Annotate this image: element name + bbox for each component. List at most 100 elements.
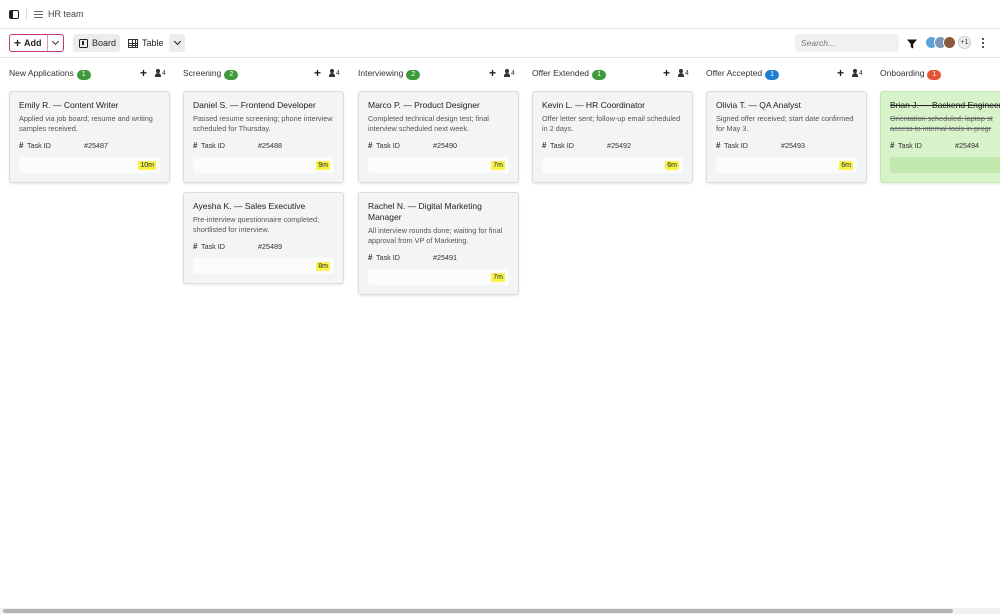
table-view-button[interactable]: Table	[124, 34, 168, 52]
board-view-button[interactable]: Board	[73, 34, 120, 52]
board-view-label: Board	[92, 38, 117, 48]
column-title-text: Screening	[183, 68, 222, 78]
breadcrumb[interactable]: HR team	[48, 9, 84, 19]
card-description-line: Orientation scheduled; laptop st	[890, 114, 993, 123]
column-header: Onboarding 1	[871, 67, 1000, 80]
column-members[interactable]: 4	[328, 69, 340, 77]
task-card[interactable]: Rachel N. — Digital Marketing Manager All…	[358, 192, 519, 295]
card-title: Rachel N. — Digital Marketing Manager	[368, 201, 482, 222]
person-icon	[503, 69, 510, 77]
card-title: Ayesha K. — Sales Executive	[193, 201, 306, 211]
task-id-row: # Task ID #25488	[193, 140, 334, 150]
table-view-label: Table	[142, 38, 164, 48]
count-badge: 2	[406, 70, 421, 80]
column-members[interactable]: 4	[154, 69, 166, 77]
sidebar-toggle-icon[interactable]	[9, 10, 19, 19]
hash-icon: #	[542, 140, 547, 150]
member-count: 4	[859, 69, 863, 77]
board-column: New Applications 1 +4 Emily R. — Content Wr…	[0, 58, 170, 606]
hash-icon: #	[193, 241, 198, 251]
column-members[interactable]: 4	[677, 69, 689, 77]
task-id-row: # Task ID #25489	[193, 241, 334, 251]
task-id-value: #25487	[84, 140, 108, 150]
hash-icon: #	[890, 140, 895, 150]
more-options-icon[interactable]	[980, 37, 986, 49]
add-card-icon[interactable]: +	[314, 66, 321, 80]
column-title-text: Onboarding	[880, 68, 925, 78]
add-dropdown-button[interactable]	[48, 35, 63, 51]
filter-icon[interactable]	[907, 39, 917, 49]
search-input[interactable]	[795, 34, 899, 52]
column-header: Screening 2 +4	[174, 66, 340, 80]
column-members[interactable]: 4	[503, 69, 515, 77]
time-badge: 10m	[138, 161, 156, 170]
task-id-value: #25488	[258, 140, 282, 150]
add-card-icon[interactable]: +	[837, 66, 844, 80]
board-column: Interviewing 2 +4 Marco P. — Product Design…	[349, 58, 519, 606]
task-id-label: Task ID	[376, 252, 400, 262]
column-title[interactable]: Interviewing 2	[358, 68, 421, 80]
person-icon	[851, 69, 858, 77]
card-description: Applied via job board; resume and writin…	[19, 114, 153, 133]
time-badge: 7m	[491, 273, 505, 282]
task-id-label: Task ID	[376, 140, 400, 150]
card-description: All interview rounds done; waiting for f…	[368, 226, 503, 245]
add-card-icon[interactable]: +	[140, 66, 147, 80]
time-badge: 9m	[316, 161, 330, 170]
count-badge: 1	[765, 70, 780, 80]
task-id-row: # Task ID #25494	[890, 140, 1000, 150]
task-id-value: #25491	[433, 252, 457, 262]
task-id-row: # Task ID #25490	[368, 140, 509, 150]
card-footer: 8m	[193, 258, 334, 274]
time-badge: 7m	[491, 161, 505, 170]
task-card[interactable]: Olivia T. — QA Analyst Signed offer recei…	[706, 91, 867, 183]
add-card-icon[interactable]: +	[489, 66, 496, 80]
member-count: 4	[336, 69, 340, 77]
person-icon	[328, 69, 335, 77]
task-id-row: # Task ID #25492	[542, 140, 683, 150]
avatar[interactable]	[943, 36, 956, 49]
time-badge: 6m	[665, 161, 679, 170]
task-card[interactable]: Marco P. — Product Designer Completed tec…	[358, 91, 519, 183]
card-footer: 9m	[193, 157, 334, 173]
add-button[interactable]: + Add	[10, 35, 48, 51]
task-card[interactable]: Brian J. — Backend Engineer Orientation s…	[880, 91, 1000, 183]
task-card[interactable]: Kevin L. — HR Coordinator Offer letter se…	[532, 91, 693, 183]
task-id-label: Task ID	[27, 140, 51, 150]
horizontal-scrollbar[interactable]	[0, 608, 1000, 614]
card-description: Orientation scheduled; laptop st access t…	[890, 114, 1000, 133]
table-icon	[128, 38, 138, 48]
member-count: 4	[162, 69, 166, 77]
card-title: Emily R. — Content Writer	[19, 100, 119, 110]
view-dropdown-button[interactable]	[169, 34, 185, 52]
card-description: Signed offer received; start date confir…	[716, 114, 854, 133]
card-description: Offer letter sent; follow-up email sched…	[542, 114, 681, 133]
task-card[interactable]: Emily R. — Content Writer Applied via job…	[9, 91, 170, 183]
column-title[interactable]: Offer Accepted 1	[706, 68, 780, 80]
card-title: Daniel S. — Frontend Developer	[193, 100, 316, 110]
chevron-down-icon	[173, 37, 181, 46]
avatar-more-count[interactable]: +1	[958, 36, 971, 49]
avatar-group[interactable]: +1	[925, 36, 973, 50]
column-title[interactable]: Onboarding 1	[880, 68, 942, 80]
task-card[interactable]: Ayesha K. — Sales Executive Pre-interview…	[183, 192, 344, 284]
task-card[interactable]: Daniel S. — Frontend Developer Passed res…	[183, 91, 344, 183]
task-id-value: #25490	[433, 140, 457, 150]
column-title[interactable]: Offer Extended 1	[532, 68, 607, 80]
card-title: Brian J. — Backend Engineer	[890, 100, 1000, 110]
scrollbar-thumb[interactable]	[3, 609, 953, 613]
task-id-row: # Task ID #25493	[716, 140, 857, 150]
column-members[interactable]: 4	[851, 69, 863, 77]
add-button-label: Add	[24, 38, 42, 48]
hash-icon: #	[716, 140, 721, 150]
column-title[interactable]: Screening 2	[183, 68, 239, 80]
add-card-icon[interactable]: +	[663, 66, 670, 80]
card-title: Marco P. — Product Designer	[368, 100, 480, 110]
member-count: 4	[511, 69, 515, 77]
column-title[interactable]: New Applications 1	[9, 68, 91, 80]
board-column: Screening 2 +4 Daniel S. — Frontend Develop…	[174, 58, 344, 606]
list-icon	[34, 10, 43, 19]
kanban-board: New Applications 1 +4 Emily R. — Content Wr…	[0, 58, 1000, 606]
hash-icon: #	[193, 140, 198, 150]
task-id-label: Task ID	[201, 241, 225, 251]
